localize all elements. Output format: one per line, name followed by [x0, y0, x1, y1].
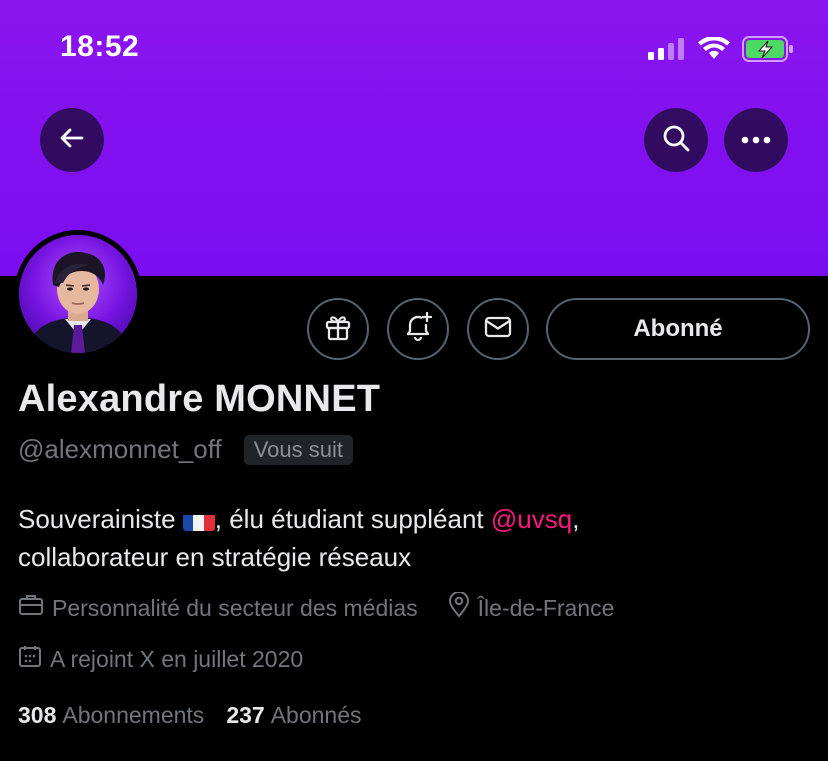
username-handle: @alexmonnet_off	[18, 434, 222, 464]
followers-stat-link[interactable]: 237 Abonnés	[226, 702, 361, 729]
following-stat-link[interactable]: 308 Abonnements	[18, 702, 204, 729]
status-bar: 18:52	[0, 0, 828, 100]
profile-page: 18:52 Abonné Alexandre MONNET @alexmonne…	[0, 0, 828, 761]
bell-plus-icon	[402, 311, 434, 348]
cellular-signal-icon	[648, 38, 686, 65]
handle-row: @alexmonnet_off Vous suit	[18, 434, 353, 465]
profile-banner[interactable]: 18:52	[0, 0, 828, 276]
profile-meta-row: Personnalité du secteur des médias Île-d…	[18, 591, 615, 624]
display-name: Alexandre MONNET	[18, 378, 381, 420]
mail-icon	[483, 312, 513, 347]
bio-mention-link[interactable]: @uvsq	[491, 504, 572, 534]
bio-text-line2: collaborateur en stratégie réseaux	[18, 542, 412, 572]
message-button[interactable]	[467, 298, 529, 360]
joined-date: A rejoint X en juillet 2020	[50, 645, 304, 672]
arrow-left-icon	[58, 124, 86, 157]
more-horizontal-icon	[741, 131, 771, 149]
briefcase-icon	[18, 593, 44, 623]
more-options-button[interactable]	[724, 108, 788, 172]
status-icons	[648, 36, 794, 67]
back-button[interactable]	[40, 108, 104, 172]
search-button[interactable]	[644, 108, 708, 172]
location-item: Île-de-France	[448, 591, 615, 624]
following-count: 308	[18, 702, 57, 728]
profile-category: Personnalité du secteur des médias	[52, 594, 418, 621]
bio-text-start: Souverainiste	[18, 504, 183, 534]
wifi-icon	[698, 36, 730, 66]
joined-row: A rejoint X en juillet 2020	[18, 644, 303, 674]
category-item: Personnalité du secteur des médias	[18, 593, 418, 623]
following-button[interactable]: Abonné	[546, 298, 810, 360]
followers-count: 237	[226, 702, 265, 728]
gift-button[interactable]	[307, 298, 369, 360]
follows-you-badge: Vous suit	[243, 434, 353, 465]
france-flag-icon	[182, 509, 215, 531]
bio-text-end: ,	[572, 504, 580, 534]
bio-text-middle: , élu étudiant suppléant	[214, 504, 491, 534]
battery-charging-icon	[742, 36, 794, 67]
status-time: 18:52	[60, 30, 140, 63]
profile-bio: Souverainiste , élu étudiant suppléant @…	[18, 500, 808, 576]
gift-icon	[323, 312, 353, 347]
joined-item: A rejoint X en juillet 2020	[18, 644, 303, 674]
search-icon	[661, 123, 691, 158]
follow-stats: 308 Abonnements 237 Abonnés	[18, 702, 362, 729]
notifications-button[interactable]	[387, 298, 449, 360]
calendar-icon	[18, 644, 42, 674]
avatar-image	[19, 235, 137, 353]
followers-label: Abonnés	[270, 702, 362, 728]
avatar[interactable]	[14, 230, 142, 358]
location-pin-icon	[448, 591, 470, 624]
following-label: Abonnements	[62, 702, 205, 728]
profile-location: Île-de-France	[477, 594, 615, 621]
